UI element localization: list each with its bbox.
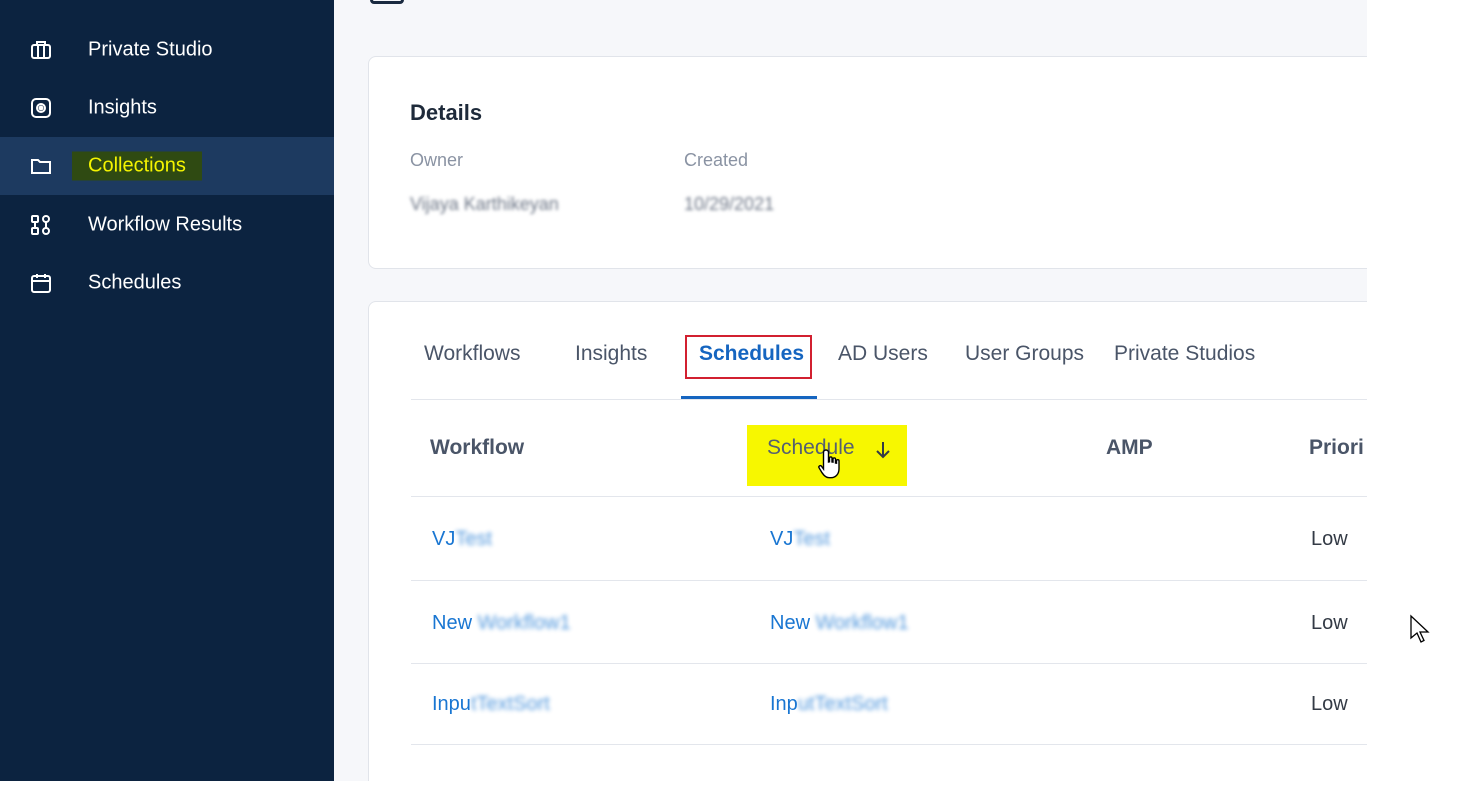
sidebar-item-label: Private Studio bbox=[88, 38, 213, 61]
tab-schedules[interactable]: Schedules bbox=[699, 342, 804, 366]
folder-icon bbox=[29, 154, 53, 178]
main-content: Details Owner Created Vijaya Karthikeyan… bbox=[334, 0, 1367, 781]
header-divider bbox=[411, 496, 1367, 497]
sidebar-item-workflow-results[interactable]: Workflow Results bbox=[0, 196, 334, 254]
collection-header-icon bbox=[370, 0, 404, 4]
owner-label: Owner bbox=[410, 150, 464, 170]
right-blank-area bbox=[1367, 0, 1463, 796]
tab-insights[interactable]: Insights bbox=[575, 342, 647, 366]
sidebar-item-insights[interactable]: Insights bbox=[0, 79, 334, 137]
tab-ad-users[interactable]: AD Users bbox=[838, 342, 928, 366]
eye-icon bbox=[29, 96, 53, 120]
briefcase-icon bbox=[29, 38, 53, 62]
bottom-blank-area bbox=[0, 781, 1463, 796]
row-2-priority: Low bbox=[1311, 612, 1348, 634]
row-divider bbox=[411, 580, 1367, 581]
row-divider bbox=[411, 744, 1367, 745]
details-title: Details bbox=[410, 100, 483, 125]
sidebar-item-private-studio[interactable]: Private Studio bbox=[0, 21, 334, 79]
column-header-priority[interactable]: Priori bbox=[1309, 436, 1364, 460]
sidebar-item-label: Workflow Results bbox=[88, 213, 243, 236]
created-label: Created bbox=[684, 150, 749, 170]
sidebar-item-collections[interactable]: Collections bbox=[0, 137, 334, 195]
tabs-divider bbox=[411, 399, 1367, 400]
tab-user-groups[interactable]: User Groups bbox=[965, 342, 1084, 366]
row-3-priority: Low bbox=[1311, 693, 1348, 715]
workflow-icon bbox=[29, 213, 53, 237]
row-1-priority: Low bbox=[1311, 528, 1348, 550]
sidebar: Private Studio Insights Collections Work… bbox=[0, 0, 334, 781]
row-2-workflow-link[interactable]: New Workflow1 bbox=[432, 612, 571, 635]
collection-tabs-card: Workflows Insights Schedules AD Users Us… bbox=[368, 301, 1367, 781]
row-1-workflow-link[interactable]: VJTest bbox=[432, 528, 492, 551]
hand-pointer-icon bbox=[817, 447, 845, 483]
calendar-icon bbox=[29, 271, 53, 295]
owner-value: Vijaya Karthikeyan bbox=[410, 194, 559, 214]
row-1-schedule-link[interactable]: VJTest bbox=[770, 528, 830, 551]
row-divider bbox=[411, 663, 1367, 664]
created-value: 10/29/2021 bbox=[684, 194, 775, 214]
tab-private-studios[interactable]: Private Studios bbox=[1114, 342, 1255, 366]
row-3-schedule-link[interactable]: InputTextSort bbox=[770, 693, 888, 716]
row-3-workflow-link[interactable]: InputTextSort bbox=[432, 693, 550, 716]
sidebar-item-schedules[interactable]: Schedules bbox=[0, 254, 334, 312]
sort-arrow-down-icon[interactable] bbox=[875, 440, 891, 460]
details-card: Details Owner Created Vijaya Karthikeyan… bbox=[368, 56, 1367, 269]
column-header-amp[interactable]: AMP bbox=[1106, 436, 1153, 460]
sidebar-item-label: Collections bbox=[72, 151, 202, 181]
tab-workflows[interactable]: Workflows bbox=[424, 342, 520, 366]
column-header-workflow[interactable]: Workflow bbox=[430, 436, 524, 460]
sidebar-item-label: Schedules bbox=[88, 271, 182, 294]
row-2-schedule-link[interactable]: New Workflow1 bbox=[770, 612, 909, 635]
arrow-cursor-icon bbox=[1409, 614, 1431, 644]
sidebar-item-label: Insights bbox=[88, 96, 157, 119]
